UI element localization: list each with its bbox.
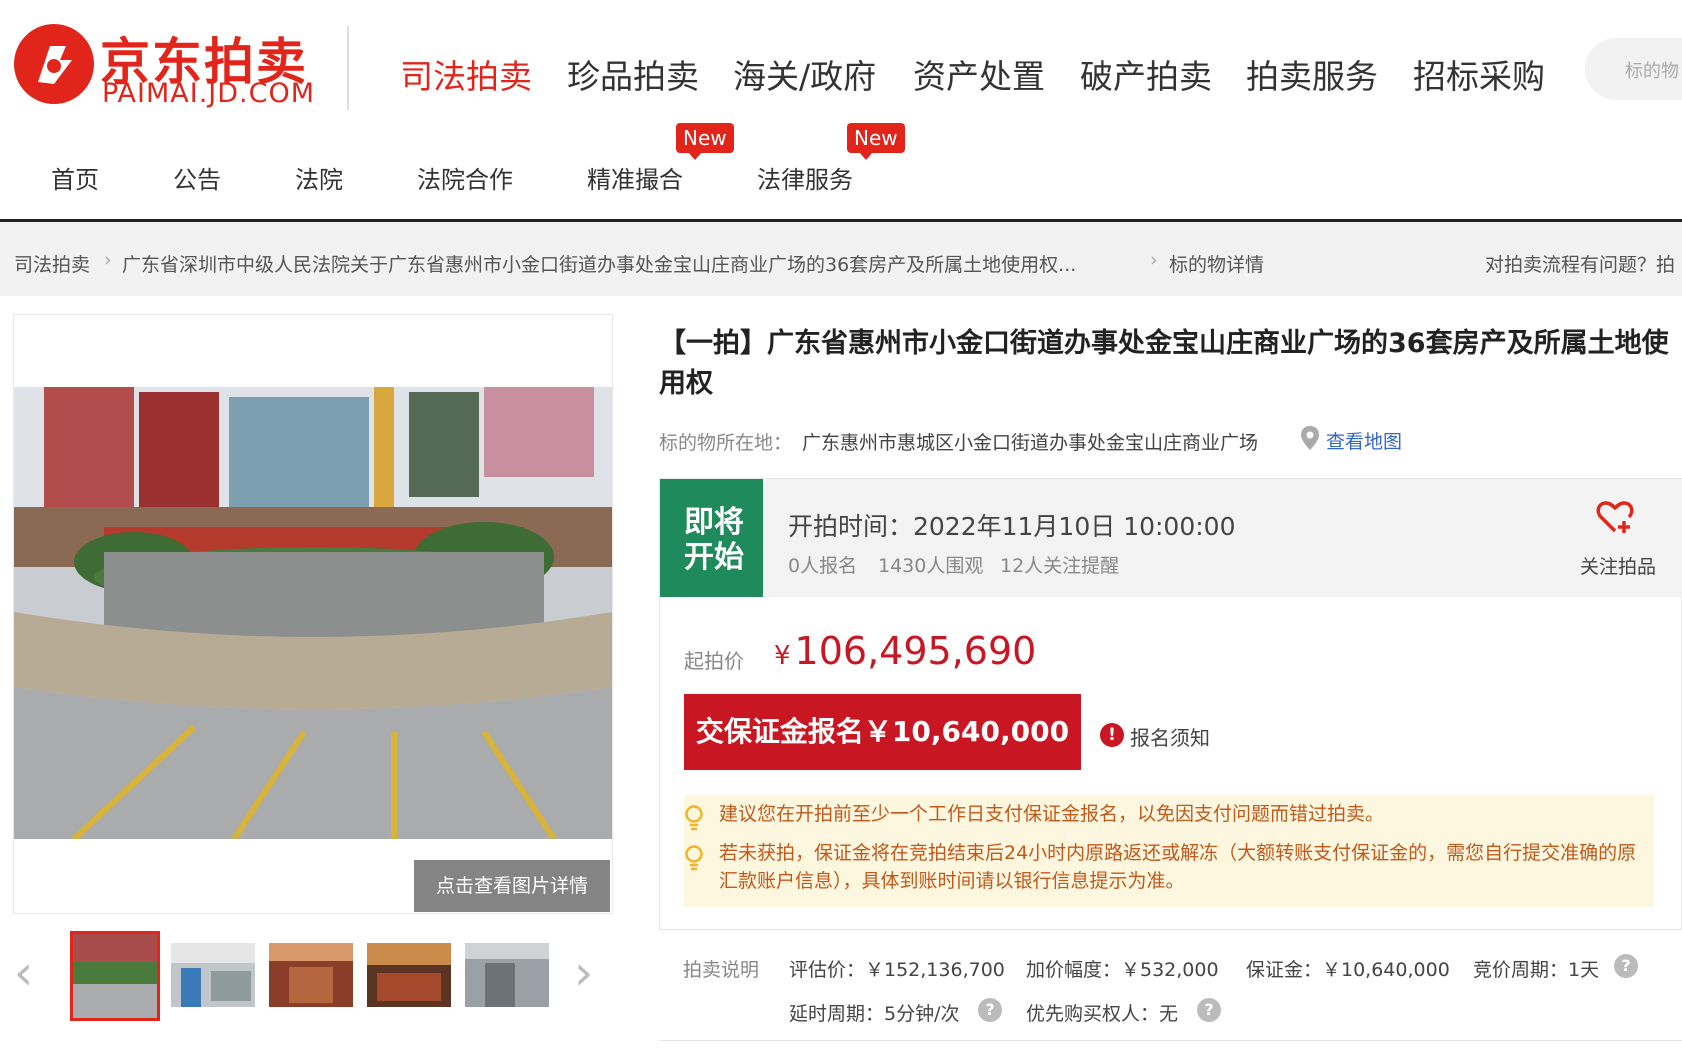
view-photo-details-button[interactable]: 点击查看图片详情 bbox=[414, 860, 610, 912]
gallery-prev-icon[interactable]: ‹ bbox=[14, 945, 33, 1001]
view-map-link[interactable]: 查看地图 bbox=[1326, 427, 1402, 454]
thumbnail-4[interactable] bbox=[367, 943, 451, 1007]
main-nav-bankruptcy-auction[interactable]: 破产拍卖 bbox=[1080, 50, 1212, 98]
main-photo[interactable] bbox=[14, 387, 612, 839]
location-label: 标的物所在地： bbox=[659, 432, 793, 454]
main-nav-treasure-auction[interactable]: 珍品拍卖 bbox=[567, 50, 699, 98]
auction-info-label: 拍卖说明 bbox=[683, 959, 760, 981]
thumbnail-1[interactable] bbox=[70, 931, 160, 1021]
sub-nav-courts[interactable]: 法院 bbox=[295, 160, 343, 195]
thumbnail-2[interactable] bbox=[171, 943, 255, 1007]
jd-logo-icon bbox=[14, 24, 94, 104]
heart-plus-icon[interactable] bbox=[1595, 497, 1635, 537]
registration-notice-link[interactable]: 报名须知 bbox=[1130, 722, 1210, 751]
main-nav-auction-services[interactable]: 拍卖服务 bbox=[1246, 50, 1378, 98]
follow-item-button[interactable]: 关注拍品 bbox=[1580, 552, 1656, 579]
help-icon[interactable]: ? bbox=[978, 998, 1002, 1022]
extension-period: 延时周期：5分钟/次 bbox=[789, 1003, 960, 1025]
main-nav-judicial-auction[interactable]: 司法拍卖 bbox=[400, 50, 532, 98]
logo-english-text: PAIMAI.JD.COM bbox=[102, 78, 316, 109]
breadcrumb-announcement[interactable]: 广东省深圳市中级人民法院关于广东省惠州市小金口街道办事处金宝山庄商业广场的36套… bbox=[122, 250, 1076, 277]
preemptive-buyer: 优先购买权人：无 bbox=[1026, 1003, 1179, 1025]
sub-nav-court-cooperation[interactable]: 法院合作 bbox=[417, 160, 513, 195]
search-placeholder: 标的物 bbox=[1625, 61, 1679, 82]
sub-nav-legal-services[interactable]: 法律服务 bbox=[757, 160, 853, 195]
auction-process-help-link[interactable]: 对拍卖流程有问题？拍 bbox=[1485, 250, 1675, 277]
main-nav-customs-government[interactable]: 海关/政府 bbox=[733, 50, 876, 98]
help-icon[interactable]: ? bbox=[1197, 998, 1221, 1022]
lightbulb-icon bbox=[684, 805, 704, 831]
starting-price-label: 起拍价 bbox=[684, 649, 744, 673]
starting-price-value: 106,495,690 bbox=[794, 629, 1037, 673]
breadcrumb-current: 标的物详情 bbox=[1169, 254, 1265, 276]
header-divider bbox=[347, 26, 349, 110]
main-nav-asset-disposal[interactable]: 资产处置 bbox=[913, 50, 1045, 98]
jd-paimai-logo[interactable]: 京东拍卖 PAIMAI.JD.COM bbox=[14, 24, 344, 109]
status-badge: 即将开始 bbox=[660, 479, 763, 597]
tips-box: 建议您在开拍前至少一个工作日支付保证金报名，以免因支付问题而错过拍卖。 若未获拍… bbox=[684, 795, 1654, 907]
appraisal-value: 评估价：￥152,136,700 bbox=[789, 959, 1005, 981]
viewer-count: 1430人围观 bbox=[878, 555, 984, 577]
tip-text-1: 建议您在开拍前至少一个工作日支付保证金报名，以免因支付问题而错过拍卖。 bbox=[719, 803, 1385, 825]
lightbulb-icon bbox=[684, 845, 704, 871]
item-title: 【一拍】广东省惠州市小金口街道办事处金宝山庄商业广场的36套房产及所属土地使用权 bbox=[659, 328, 1669, 399]
sub-nav-precise-matching[interactable]: 精准撮合 bbox=[587, 160, 683, 195]
map-pin-icon bbox=[1300, 426, 1320, 450]
breadcrumb-judicial-auction[interactable]: 司法拍卖 bbox=[14, 250, 90, 277]
deposit-amount: 保证金：￥10,640,000 bbox=[1246, 959, 1450, 981]
search-input[interactable]: 标的物 bbox=[1585, 38, 1682, 100]
currency-symbol: ¥ bbox=[774, 641, 791, 671]
registered-count: 0人报名 bbox=[788, 555, 858, 577]
bidding-period: 竞价周期：1天 bbox=[1473, 959, 1600, 981]
main-nav-tender-procurement[interactable]: 招标采购 bbox=[1413, 50, 1545, 98]
bid-increment: 加价幅度：￥532,000 bbox=[1026, 959, 1219, 981]
status-bar: 即将开始 开拍时间：2022年11月10日 10:00:00 0人报名 1430… bbox=[660, 479, 1682, 597]
tip-text-2: 若未获拍，保证金将在竞拍结束后24小时内原路返还或解冻（大额转账支付保证金的，需… bbox=[719, 842, 1637, 892]
gallery-next-icon[interactable]: › bbox=[574, 945, 593, 1001]
starting-price: ¥106,495,690 bbox=[774, 629, 1036, 673]
reminder-count: 12人关注提醒 bbox=[1000, 555, 1120, 577]
sub-nav-announcements[interactable]: 公告 bbox=[173, 160, 221, 195]
sub-nav-home[interactable]: 首页 bbox=[51, 160, 99, 195]
pay-deposit-register-button[interactable]: 交保证金报名￥10,640,000 bbox=[684, 694, 1081, 770]
new-badge: New bbox=[847, 123, 905, 160]
exclamation-icon: ! bbox=[1100, 723, 1124, 747]
thumbnail-3[interactable] bbox=[269, 943, 353, 1007]
breadcrumb: 司法拍卖 › 广东省深圳市中级人民法院关于广东省惠州市小金口街道办事处金宝山庄商… bbox=[0, 222, 1682, 296]
auction-panel: 即将开始 开拍时间：2022年11月10日 10:00:00 0人报名 1430… bbox=[659, 478, 1682, 930]
help-icon[interactable]: ? bbox=[1614, 954, 1638, 978]
start-time: 开拍时间：2022年11月10日 10:00:00 bbox=[788, 512, 1236, 541]
location-value: 广东惠州市惠城区小金口街道办事处金宝山庄商业广场 bbox=[802, 432, 1259, 454]
section-divider bbox=[659, 1040, 1682, 1041]
thumbnail-5[interactable] bbox=[465, 943, 549, 1007]
breadcrumb-separator: › bbox=[1150, 249, 1158, 271]
breadcrumb-separator: › bbox=[104, 249, 112, 271]
image-gallery: 点击查看图片详情 bbox=[13, 314, 613, 914]
new-badge: New bbox=[676, 123, 734, 160]
